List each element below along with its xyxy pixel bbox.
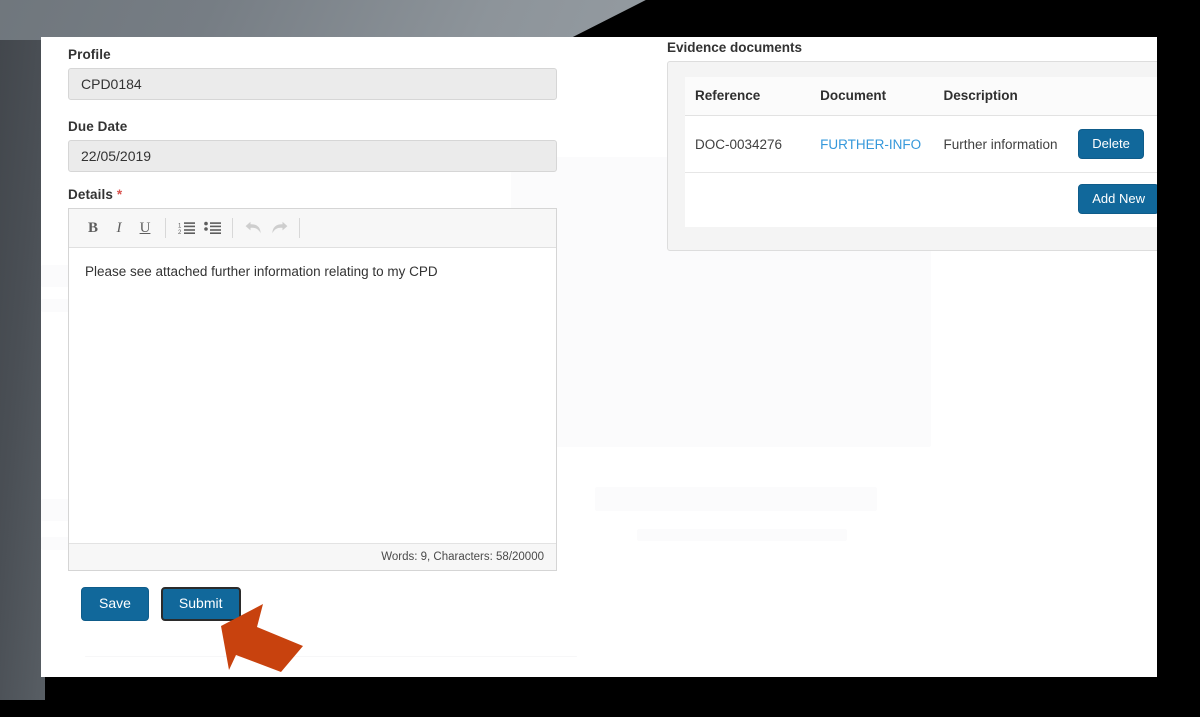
bg-ghost-6 (637, 529, 847, 541)
evidence-documents-title: Evidence documents (667, 40, 803, 55)
editor-toolbar: B I U 1 2 (69, 209, 556, 248)
toolbar-separator-2 (232, 218, 233, 238)
numbered-list-icon[interactable]: 1 2 (173, 215, 199, 241)
details-rich-text-editor: B I U 1 2 Please see attached further in… (68, 208, 557, 571)
underline-icon[interactable]: U (132, 215, 158, 241)
cell-description: Further information (933, 115, 1069, 173)
save-button[interactable]: Save (81, 587, 149, 621)
column-header-document: Document (810, 77, 934, 116)
cpd-form: Profile CPD0184 Due Date 22/05/2019 Deta… (68, 47, 563, 621)
delete-button[interactable]: Delete (1078, 129, 1144, 159)
undo-icon[interactable] (240, 215, 266, 241)
toolbar-separator-1 (165, 218, 166, 238)
table-row: DOC-0034276 FURTHER-INFO Further informa… (685, 115, 1157, 173)
add-new-button[interactable]: Add New (1078, 184, 1157, 214)
table-footer-row: Add New (685, 172, 1157, 227)
cell-empty-3 (933, 172, 1069, 227)
form-action-bar: Save Submit (68, 587, 563, 621)
cell-document[interactable]: FURTHER-INFO (810, 115, 934, 173)
evidence-documents-section: Evidence documents Reference Document De… (667, 40, 1157, 251)
cell-add-new: Add New (1068, 172, 1157, 227)
column-header-actions (1068, 77, 1157, 116)
evidence-documents-panel: Reference Document Description DOC-00342… (667, 61, 1157, 251)
table-header-row: Reference Document Description (685, 77, 1157, 116)
cell-actions: Delete (1068, 115, 1157, 173)
cell-empty-1 (685, 172, 811, 227)
bg-ghost-5 (595, 487, 877, 511)
due-date-label: Due Date (68, 119, 128, 134)
bezel-left-edge (0, 40, 45, 700)
submit-button[interactable]: Submit (160, 587, 241, 621)
device-frame: Profile CPD0184 Due Date 22/05/2019 Deta… (0, 0, 1200, 717)
toolbar-separator-3 (299, 218, 300, 238)
redo-icon[interactable] (266, 215, 292, 241)
due-date-input[interactable]: 22/05/2019 (68, 140, 557, 172)
document-link[interactable]: FURTHER-INFO (820, 137, 921, 152)
page-viewport: Profile CPD0184 Due Date 22/05/2019 Deta… (41, 37, 1157, 677)
required-asterisk: * (116, 187, 123, 202)
evidence-documents-table: Reference Document Description DOC-00342… (685, 77, 1157, 227)
cell-empty-2 (810, 172, 934, 227)
bold-icon[interactable]: B (80, 215, 106, 241)
details-editor-content[interactable]: Please see attached further information … (69, 248, 556, 543)
column-header-description: Description (933, 77, 1069, 116)
svg-text:2: 2 (178, 230, 182, 235)
profile-label: Profile (68, 47, 111, 62)
editor-word-count: Words: 9, Characters: 58/20000 (69, 543, 556, 570)
bulleted-list-icon[interactable] (199, 215, 225, 241)
cell-reference: DOC-0034276 (685, 115, 811, 173)
italic-icon[interactable]: I (106, 215, 132, 241)
details-label: Details * (68, 187, 563, 202)
profile-input[interactable]: CPD0184 (68, 68, 557, 100)
bg-ghost-rule (85, 656, 577, 657)
svg-text:1: 1 (178, 223, 182, 229)
column-header-reference: Reference (685, 77, 811, 116)
details-label-text: Details (68, 187, 113, 202)
